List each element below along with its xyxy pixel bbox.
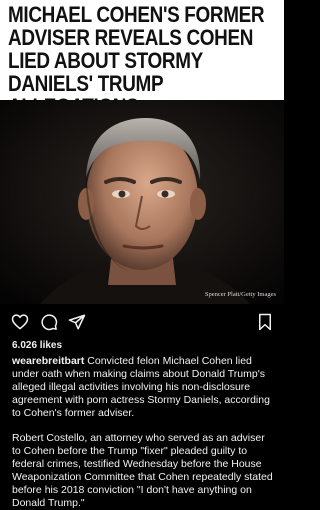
like-count[interactable]: 6.026 likes	[12, 340, 62, 351]
comment-icon[interactable]	[40, 313, 58, 336]
post-caption: wearebreitbart Convicted felon Michael C…	[12, 355, 274, 510]
caption-paragraph: wearebreitbart Convicted felon Michael C…	[12, 355, 274, 420]
heart-icon[interactable]	[11, 313, 29, 335]
username-link[interactable]: wearebreitbart	[12, 355, 84, 367]
post-action-bar	[0, 304, 284, 338]
news-photo: Spencer Platt/Getty Images	[0, 100, 284, 304]
portrait-photo	[0, 100, 284, 304]
bookmark-icon[interactable]	[257, 313, 273, 336]
photo-credit: Spencer Platt/Getty Images	[204, 291, 276, 298]
share-icon[interactable]	[68, 313, 86, 336]
post-image[interactable]: Michael Cohen's Former Adviser Reveals C…	[0, 0, 284, 304]
caption-paragraph: Robert Costello, an attorney who served …	[12, 432, 273, 509]
